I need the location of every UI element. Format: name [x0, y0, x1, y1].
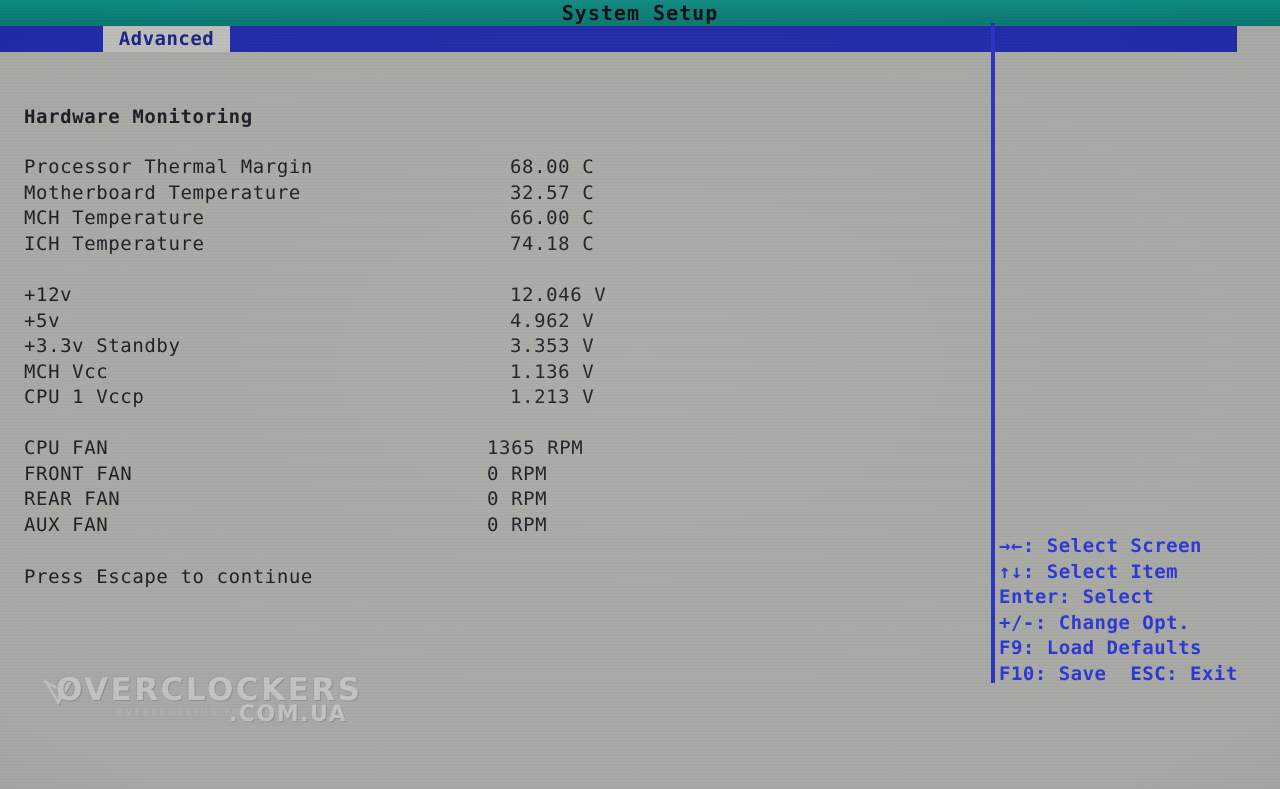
- monitor-value: 0 RPM: [487, 462, 548, 485]
- help-line-save-exit: F10: Save ESC: Exit: [999, 662, 1238, 685]
- help-line-load-defaults: F9: Load Defaults: [999, 637, 1202, 659]
- monitor-label: REAR FAN: [24, 488, 121, 510]
- monitor-value: 0 RPM: [487, 488, 548, 510]
- watermark-title: OVERCLOCKERS: [56, 672, 363, 708]
- overclockers-watermark: ⮛ OVERCLOCKERS OVERCLOCKING FOR ALL .COM…: [44, 672, 384, 734]
- monitor-row: CPU FAN 1365 RPM: [0, 436, 980, 462]
- monitor-label: AUX FAN: [24, 513, 109, 536]
- monitor-row: MCH Temperature 66.00 C: [0, 206, 980, 232]
- monitor-value: 3.353 V: [510, 335, 595, 357]
- monitoring-group-voltages: +12v 12.046 V +5v 4.962 V +3.3v Standby …: [0, 283, 980, 411]
- tab-advanced[interactable]: Advanced: [103, 26, 230, 52]
- monitor-label: +12v: [24, 284, 73, 306]
- monitor-value: 32.57 C: [510, 181, 595, 204]
- monitor-value: 1365 RPM: [487, 437, 584, 459]
- monitor-label: ICH Temperature: [24, 232, 205, 255]
- monitor-row: REAR FAN 0 RPM: [0, 487, 980, 513]
- monitoring-group-temperatures: Processor Thermal Margin 68.00 C Motherb…: [0, 155, 980, 257]
- monitor-value: 68.00 C: [510, 156, 595, 178]
- watermark-glyph: ⮛: [44, 673, 73, 713]
- monitor-row: MCH Vcc 1.136 V: [0, 360, 980, 386]
- monitor-value: 74.18 C: [510, 232, 595, 255]
- watermark-tagline: OVERCLOCKING FOR ALL: [116, 708, 281, 718]
- monitor-value: 12.046 V: [510, 284, 607, 306]
- menu-bar-right-edge: [1237, 26, 1280, 52]
- monitor-value: 1.136 V: [510, 360, 595, 383]
- title-bar: System Setup: [0, 0, 1280, 26]
- monitor-row: ICH Temperature 74.18 C: [0, 232, 980, 258]
- help-panel-divider: [991, 23, 995, 683]
- monitor-row: CPU 1 Vccp 1.213 V: [0, 385, 980, 411]
- monitor-value: 1.213 V: [510, 386, 595, 408]
- monitor-row: Motherboard Temperature 32.57 C: [0, 181, 980, 207]
- monitor-label: MCH Temperature: [24, 207, 205, 229]
- help-line-enter-select: Enter: Select: [999, 586, 1155, 608]
- help-panel: →←: Select Screen ↑↓: Select Item Enter:…: [999, 534, 1280, 687]
- monitor-value: 0 RPM: [487, 513, 548, 536]
- monitor-label: MCH Vcc: [24, 360, 109, 383]
- monitor-row: AUX FAN 0 RPM: [0, 513, 980, 539]
- monitor-label: +5v: [24, 309, 61, 332]
- help-line-change-opt: +/-: Change Opt.: [999, 611, 1191, 634]
- monitor-label: CPU 1 Vccp: [24, 386, 145, 408]
- section-heading: Hardware Monitoring: [24, 106, 253, 128]
- monitor-label: FRONT FAN: [24, 462, 133, 485]
- monitor-row: +5v 4.962 V: [0, 309, 980, 335]
- monitoring-group-fans: CPU FAN 1365 RPM FRONT FAN 0 RPM REAR FA…: [0, 436, 980, 538]
- monitor-value: 4.962 V: [510, 309, 595, 332]
- help-line-select-item: ↑↓: Select Item: [999, 560, 1179, 583]
- monitor-label: CPU FAN: [24, 437, 109, 459]
- monitor-row: +12v 12.046 V: [0, 283, 980, 309]
- monitor-row: FRONT FAN 0 RPM: [0, 462, 980, 488]
- page-title: System Setup: [561, 1, 719, 25]
- help-line-select-screen: →←: Select Screen: [999, 535, 1202, 557]
- monitor-value: 66.00 C: [510, 207, 595, 229]
- monitor-label: Processor Thermal Margin: [24, 156, 313, 178]
- press-escape-note: Press Escape to continue: [24, 566, 313, 588]
- watermark-domain: .COM.UA: [229, 702, 348, 727]
- bios-setup-screen: System Setup Advanced Hardware Monitorin…: [0, 0, 1280, 789]
- monitor-row: Processor Thermal Margin 68.00 C: [0, 155, 980, 181]
- monitor-label: Motherboard Temperature: [24, 181, 301, 204]
- monitor-row: +3.3v Standby 3.353 V: [0, 334, 980, 360]
- monitor-label: +3.3v Standby: [24, 335, 181, 357]
